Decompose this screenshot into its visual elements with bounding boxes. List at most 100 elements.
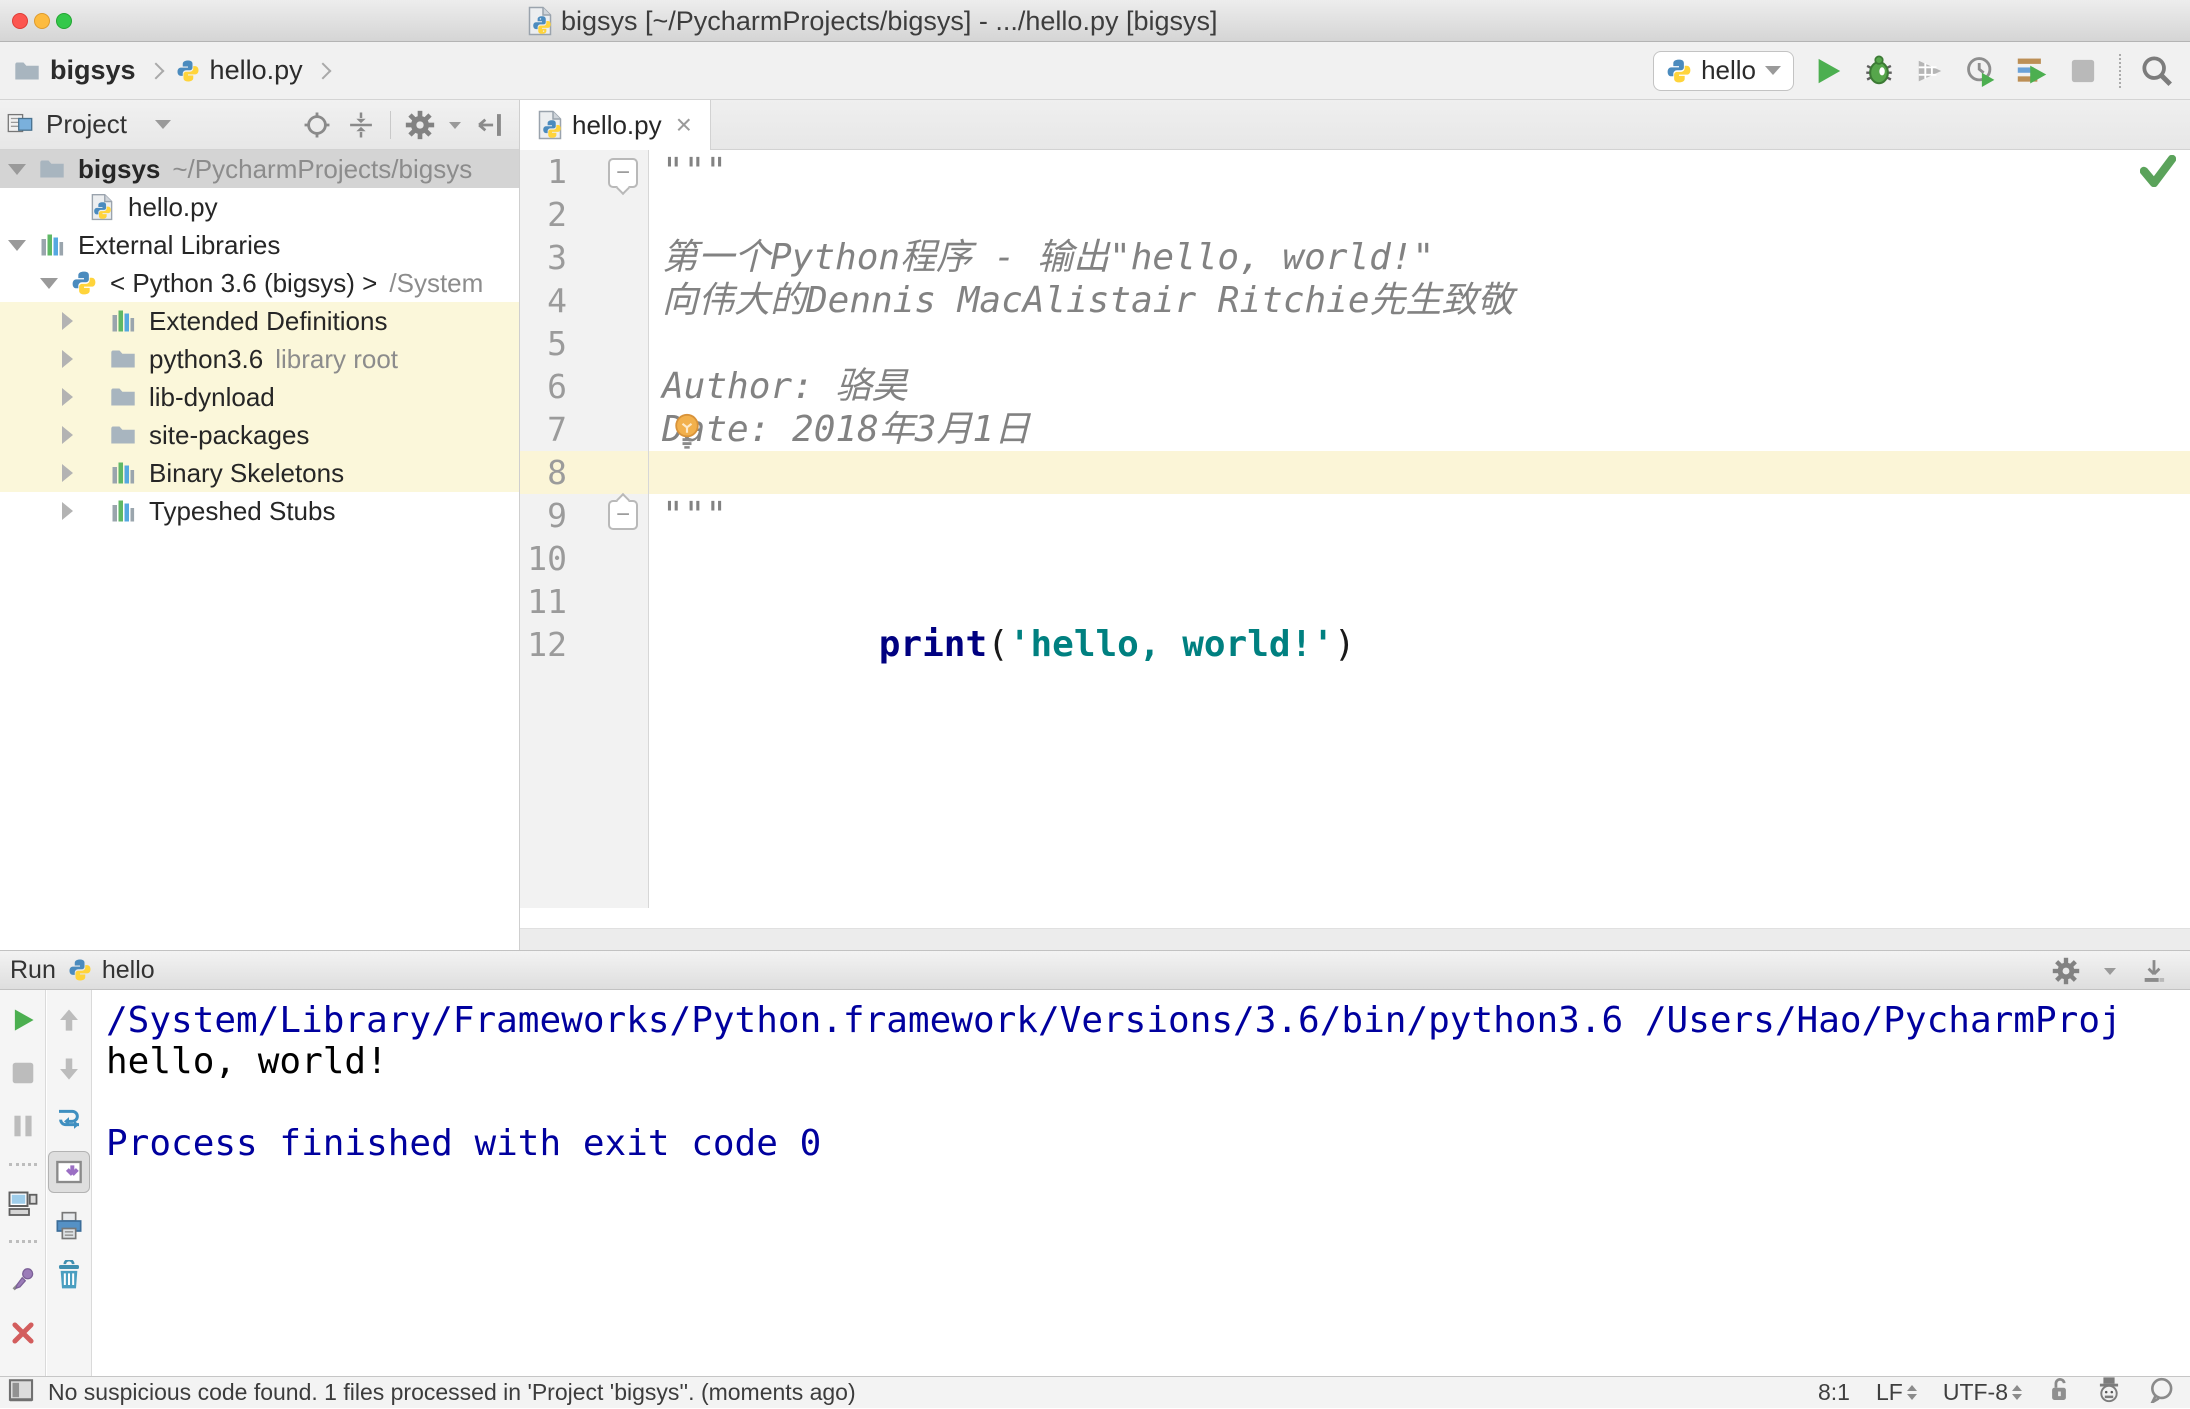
close-window-button[interactable]: [12, 13, 28, 29]
chevron-right-icon[interactable]: [62, 464, 73, 482]
encoding-widget[interactable]: UTF-8: [1943, 1379, 2022, 1406]
chevron-down-icon[interactable]: [2104, 967, 2116, 975]
tree-item-python-sdk[interactable]: < Python 3.6 (bigsys) > /System: [0, 264, 519, 302]
inspection-status-icon[interactable]: [2139, 154, 2177, 188]
settings-gear-button[interactable]: [2050, 955, 2082, 987]
chevron-right-icon[interactable]: [62, 502, 73, 520]
chevron-right-icon[interactable]: [62, 426, 73, 444]
python-file-icon: [538, 110, 562, 140]
caret-position-widget[interactable]: 8:1: [1818, 1379, 1850, 1406]
tree-item-typeshed-stubs[interactable]: Typeshed Stubs: [0, 492, 519, 530]
tree-item-label: bigsys: [78, 153, 161, 184]
toolbar-separator: [390, 111, 391, 139]
profiler-button[interactable]: [1964, 54, 1998, 88]
library-icon: [38, 232, 66, 258]
tree-item-bigsys[interactable]: bigsys ~/PycharmProjects/bigsys: [0, 150, 519, 188]
chevron-right-icon[interactable]: [62, 312, 73, 330]
locate-file-button[interactable]: [302, 110, 332, 140]
clear-all-button[interactable]: [53, 1259, 85, 1291]
stepper-arrows-icon: [2012, 1385, 2022, 1400]
tree-item-extended-definitions[interactable]: Extended Definitions: [0, 302, 519, 340]
run-button[interactable]: [1811, 54, 1845, 88]
run-panel-header[interactable]: Run hello: [0, 950, 2190, 990]
tab-hello-py[interactable]: hello.py ×: [520, 100, 711, 150]
editor-body[interactable]: 12 34 56 78 910 1112 """ 第一个Python程序 - 输…: [520, 150, 2190, 950]
intention-bulb-icon[interactable]: [672, 413, 702, 449]
hide-panel-button[interactable]: [2138, 955, 2170, 987]
fold-region-end-icon[interactable]: [608, 492, 638, 530]
console-exit-line: Process finished with exit code 0: [106, 1123, 822, 1164]
coverage-button[interactable]: [1913, 54, 1947, 88]
pause-button[interactable]: [7, 1110, 39, 1142]
tree-item-label: hello.py: [128, 191, 218, 222]
tree-item-external-libraries[interactable]: External Libraries: [0, 226, 519, 264]
code-content[interactable]: """ 第一个Python程序 - 输出"hello, world!" 向伟大的…: [662, 150, 1514, 666]
chevron-down-icon[interactable]: [449, 121, 461, 129]
print-statement-line: print('hello, world!'): [662, 580, 1514, 665]
pin-tab-button[interactable]: [7, 1264, 39, 1296]
tree-item-label: python3.6: [149, 343, 264, 374]
editor-area: hello.py × 12 34 56 78 910 1112 """ 第一个P…: [520, 100, 2190, 950]
chevron-right-icon: [314, 62, 332, 79]
notifications-bubble-icon[interactable]: [2148, 1377, 2174, 1408]
inspections-profile-icon[interactable]: [2096, 1376, 2122, 1409]
run-configuration-selector[interactable]: hello: [1653, 50, 1794, 91]
chevron-right-icon: [147, 62, 165, 79]
run-panel-title: Run: [10, 955, 56, 984]
tree-item-site-packages[interactable]: site-packages: [0, 416, 519, 454]
lock-icon[interactable]: [2048, 1377, 2070, 1408]
close-icon[interactable]: ×: [676, 109, 692, 141]
line-separator-widget[interactable]: LF: [1876, 1379, 1917, 1406]
chevron-down-icon[interactable]: [154, 120, 171, 129]
collapse-all-button[interactable]: [346, 110, 376, 140]
scroll-to-end-button[interactable]: [48, 1151, 90, 1193]
breadcrumb-item-file[interactable]: hello.py: [210, 55, 303, 86]
tree-item-lib-dynload[interactable]: lib-dynload: [0, 378, 519, 416]
chevron-down-icon[interactable]: [8, 163, 26, 175]
minimize-window-button[interactable]: [34, 13, 50, 29]
search-everywhere-button[interactable]: [2140, 54, 2174, 88]
docstring-line: Date: 2018年3月1日: [662, 409, 1031, 450]
breadcrumb-item-project[interactable]: bigsys: [50, 55, 136, 86]
tree-item-hello-py[interactable]: hello.py: [0, 188, 519, 226]
pycharm-window: bigsys [~/PycharmProjects/bigsys] - .../…: [0, 0, 2190, 1408]
soft-wrap-button[interactable]: [53, 1102, 85, 1134]
paren-token: ): [1333, 624, 1356, 665]
settings-gear-button[interactable]: [405, 110, 435, 140]
run-configuration-name: hello: [1701, 55, 1756, 85]
tree-item-python36[interactable]: python3.6 library root: [0, 340, 519, 378]
keyword-token: print: [878, 624, 988, 665]
chevron-right-icon[interactable]: [62, 350, 73, 368]
editor-bottom-strip: [520, 928, 2190, 950]
editor-tab-bar: hello.py ×: [520, 100, 2190, 150]
library-icon: [109, 308, 137, 334]
run-config-name: hello: [101, 955, 155, 984]
toolwindow-toggle-icon[interactable]: [8, 1378, 34, 1407]
docstring-line: """: [662, 151, 728, 192]
debug-button[interactable]: [1862, 54, 1896, 88]
print-button[interactable]: [53, 1210, 85, 1242]
concurrency-diagram-button[interactable]: [2015, 54, 2049, 88]
python-icon: [69, 959, 91, 981]
next-occurrence-button[interactable]: [53, 1053, 85, 1085]
project-panel-header[interactable]: Project: [0, 100, 519, 150]
rerun-button[interactable]: [7, 1004, 39, 1036]
show-console-layout-button[interactable]: [7, 1187, 39, 1219]
zoom-window-button[interactable]: [56, 13, 72, 29]
fold-region-start-icon[interactable]: [608, 158, 638, 196]
close-icon[interactable]: [7, 1317, 39, 1349]
hide-panel-button[interactable]: [475, 110, 505, 140]
chevron-right-icon[interactable]: [62, 388, 73, 406]
stop-button[interactable]: [7, 1057, 39, 1089]
prev-occurrence-button[interactable]: [53, 1004, 85, 1036]
console-stdout-line: hello, world!: [106, 1041, 388, 1082]
paren-token: (: [987, 624, 1009, 665]
python-file-icon: [528, 6, 552, 36]
chevron-down-icon[interactable]: [8, 239, 26, 251]
chevron-down-icon[interactable]: [40, 277, 58, 289]
tree-item-binary-skeletons[interactable]: Binary Skeletons: [0, 454, 519, 492]
toolbar-separator: [8, 1240, 37, 1243]
stepper-arrows-icon: [1906, 1385, 1917, 1400]
stop-button[interactable]: [2066, 54, 2100, 88]
console-output[interactable]: /System/Library/Frameworks/Python.framew…: [106, 1000, 2190, 1376]
